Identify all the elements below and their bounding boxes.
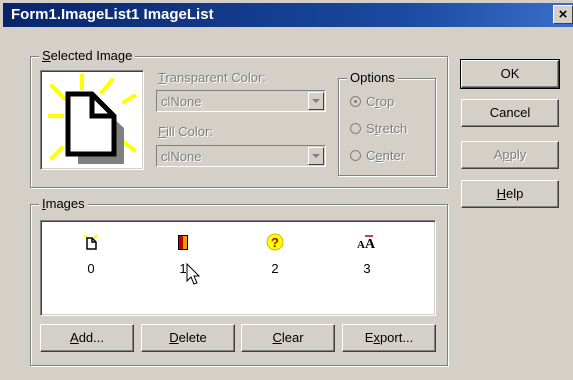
image-caption: 2 (271, 261, 279, 276)
chevron-down-icon[interactable] (308, 92, 324, 110)
font-icon: A A (357, 235, 376, 252)
image-item-3[interactable]: A A 3 (337, 233, 397, 276)
fill-color-label: Fill Color: (158, 124, 213, 139)
transparent-color-select[interactable]: clNone (156, 90, 326, 112)
crop-radio[interactable]: Crop (350, 94, 394, 109)
image-caption: 3 (363, 261, 371, 276)
ok-button[interactable]: OK (460, 59, 560, 89)
fill-color-select[interactable]: clNone (156, 145, 326, 167)
images-group-label: Images (39, 196, 88, 212)
add-button[interactable]: Add... (40, 324, 134, 352)
options-group-label: Options (347, 70, 398, 86)
imagelist-dialog: Form1.ImageList1 ImageList × Selected Im… (0, 0, 573, 380)
svg-text:A: A (365, 237, 376, 251)
radio-icon (350, 123, 361, 134)
center-radio[interactable]: Center (350, 148, 405, 163)
close-icon: × (558, 6, 568, 23)
transparent-color-value: clNone (161, 94, 202, 109)
image-item-0[interactable]: 0 (61, 233, 121, 276)
title-bar[interactable]: Form1.ImageList1 ImageList × (3, 3, 573, 27)
radio-icon (350, 96, 361, 107)
new-document-icon (48, 74, 137, 164)
new-document-icon (83, 234, 98, 250)
svg-text:A: A (357, 239, 365, 251)
transparent-color-label: Transparent Color: (158, 70, 266, 85)
delete-button[interactable]: Delete (141, 324, 235, 352)
help-icon: ? (266, 233, 284, 251)
image-item-2[interactable]: ? 2 (245, 233, 305, 276)
export-button[interactable]: Export... (342, 324, 436, 352)
chevron-down-icon[interactable] (308, 147, 324, 165)
close-button[interactable]: × (553, 5, 573, 24)
window-title: Form1.ImageList1 ImageList (11, 6, 214, 23)
cancel-button[interactable]: Cancel (461, 99, 559, 127)
door-icon (178, 235, 188, 250)
image-item-1[interactable]: 1 (153, 233, 213, 285)
apply-button[interactable]: Apply (461, 141, 559, 169)
clear-button[interactable]: Clear (241, 324, 335, 352)
images-list[interactable]: 0 1 ? 2 A A 3 (40, 220, 436, 316)
radio-icon (350, 150, 361, 161)
svg-text:?: ? (271, 235, 279, 250)
help-button[interactable]: Help (461, 180, 559, 208)
selected-image-group-label: Selected Image (39, 48, 136, 64)
fill-color-value: clNone (161, 149, 202, 164)
stretch-radio[interactable]: Stretch (350, 121, 407, 136)
mouse-pointer-icon (186, 263, 201, 285)
image-preview (40, 70, 144, 170)
image-caption: 0 (87, 261, 95, 276)
